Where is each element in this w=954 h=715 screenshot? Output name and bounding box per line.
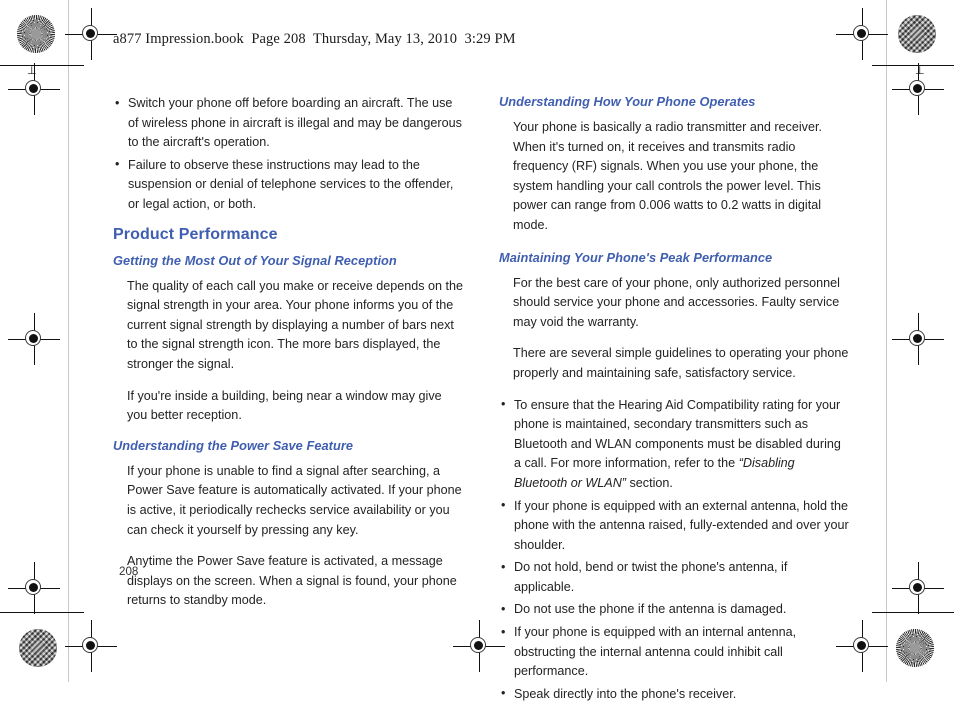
book-file-header: a877 Impression.book Page 208 Thursday, … [113,31,516,47]
section-heading-peak-performance: Maintaining Your Phone's Peak Performanc… [499,249,773,265]
perpendicular-mark-top-left: ⊥ [27,65,37,77]
density-patch-bottom-left [19,629,57,667]
registration-mark-bottom-center [453,620,505,672]
registration-mark-left-lower [8,562,60,614]
section-heading-how-phone-operates: Understanding How Your Phone Operates [499,94,756,109]
paragraph: There are several simple guidelines to o… [513,346,849,380]
phone-guidelines-bullet-list: To ensure that the Hearing Aid Compatibi… [499,395,851,705]
guide-line-right [886,0,887,682]
list-item: Failure to observe these instructions ma… [113,155,465,215]
right-text-column: Understanding How Your Phone Operates Yo… [499,94,851,715]
trim-mark-top-right [872,65,954,66]
page-number: 208 [119,565,139,578]
registration-mark-top-right-inner [836,8,888,60]
printed-page: ⊥ ⊥ a877 Impression.book Page 208 Thursd… [0,0,954,704]
guide-line-left [68,0,69,682]
list-item: If your phone is equipped with an extern… [499,496,851,556]
section-heading-power-save: Understanding the Power Save Feature [113,437,354,453]
left-text-column: Switch your phone off before boarding an… [113,94,465,623]
density-patch-top-right [898,15,936,53]
registration-mark-left-middle [8,313,60,365]
density-patch-bottom-right [896,629,934,667]
paragraph: The quality of each call you make or rec… [127,278,464,371]
registration-mark-right-lower [892,562,944,614]
aircraft-warning-bullet-list: Switch your phone off before boarding an… [113,94,465,215]
paragraph: If you're inside a building, being near … [127,388,442,423]
section-heading-signal-reception: Getting the Most Out of Your Signal Rece… [113,252,397,268]
perpendicular-mark-top-right: ⊥ [915,65,925,77]
list-item: Speak directly into the phone's receiver… [499,684,851,705]
registration-mark-right-middle [892,313,944,365]
page-title: Product Performance [113,225,278,243]
paragraph: Anytime the Power Save feature is activa… [127,554,457,608]
trim-mark-bottom-left [0,612,84,613]
trim-mark-top-left [0,65,84,66]
registration-mark-bottom-left-inner [65,620,117,672]
list-item: Do not use the phone if the antenna is d… [499,600,851,620]
bullet-text-post: section. [626,475,673,490]
paragraph: For the best care of your phone, only au… [513,275,840,329]
density-patch-top-left [17,15,55,53]
registration-mark-top-left-inner [65,8,117,60]
trim-mark-bottom-right [872,612,954,613]
registration-mark-left-upper [8,63,60,115]
paragraph: If your phone is unable to find a signal… [127,463,462,537]
list-item: To ensure that the Hearing Aid Compatibi… [499,395,851,494]
paragraph: Your phone is basically a radio transmit… [513,120,822,232]
list-item: Switch your phone off before boarding an… [113,94,465,153]
registration-mark-right-upper [892,63,944,115]
list-item: Do not hold, bend or twist the phone's a… [499,558,851,597]
list-item: If your phone is equipped with an intern… [499,623,851,682]
